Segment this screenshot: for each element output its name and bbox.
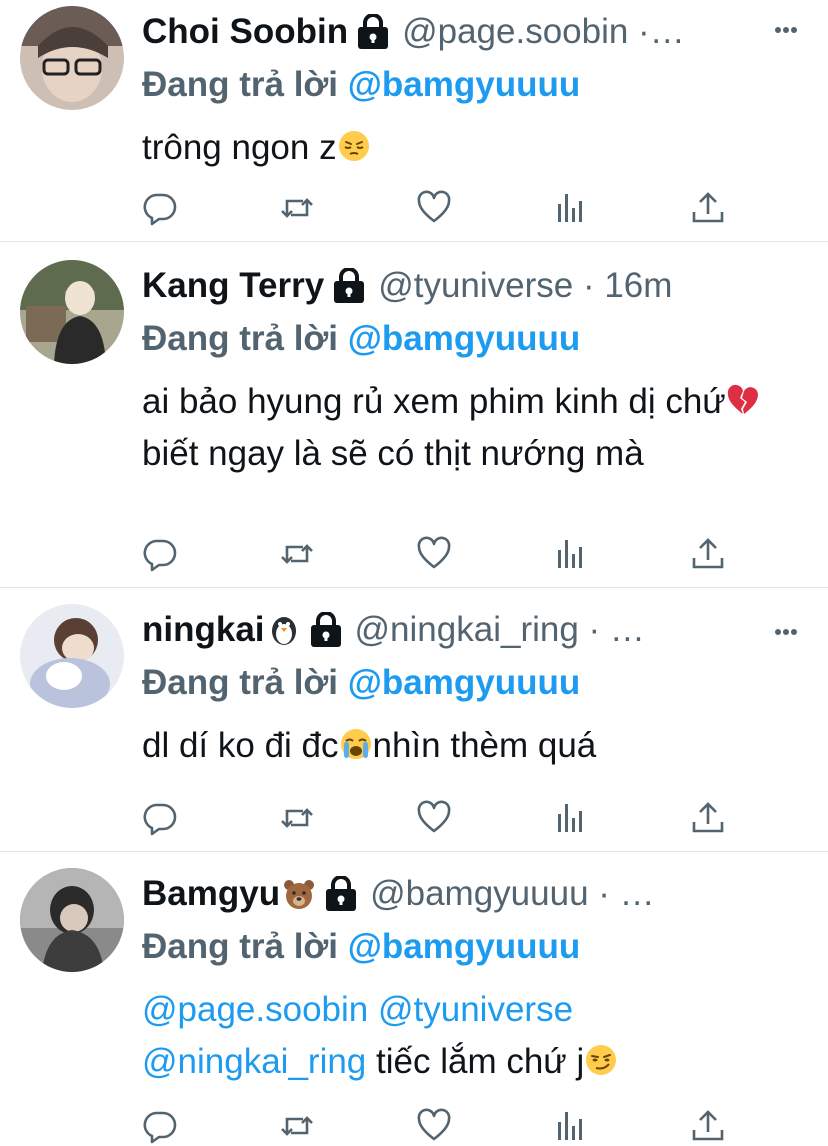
reply-icon[interactable] <box>142 536 178 572</box>
reply-icon[interactable] <box>142 190 178 226</box>
like-icon[interactable] <box>416 190 452 226</box>
display-name[interactable]: Choi Soobin <box>142 12 348 52</box>
tweet-text-part: biết ngay là sẽ có thịt nướng mà <box>142 434 644 473</box>
retweet-icon[interactable] <box>279 1108 315 1144</box>
tweet-header: Kang Terry @tyuniverse · 16m <box>142 260 812 312</box>
replying-label: Đang trả lời <box>142 319 339 358</box>
avatar[interactable] <box>20 6 124 110</box>
tweet-text: trông ngon z <box>142 122 812 174</box>
avatar[interactable] <box>20 260 124 364</box>
display-name[interactable]: ningkai <box>142 610 265 650</box>
bear-face-emoji <box>282 877 316 911</box>
tweet-text-content: trông ngon z <box>142 128 337 167</box>
replying-label: Đang trả lời <box>142 65 339 104</box>
penguin-emoji <box>267 613 301 647</box>
views-icon[interactable] <box>553 1108 589 1144</box>
views-icon[interactable] <box>553 800 589 836</box>
lock-icon <box>324 876 358 912</box>
more-icon[interactable] <box>774 26 798 34</box>
avatar[interactable] <box>20 868 124 972</box>
share-icon[interactable] <box>690 190 726 226</box>
tweet-header: Choi Soobin @page.soobin ·… <box>142 6 812 58</box>
views-icon[interactable] <box>553 190 589 226</box>
share-icon[interactable] <box>690 1108 726 1144</box>
mention-link[interactable]: @page.soobin <box>142 990 368 1029</box>
replying-to-mention[interactable]: @bamgyuuuu <box>348 663 580 702</box>
tweet-text: ai bảo hyung rủ xem phim kinh dị chứ biế… <box>142 376 792 480</box>
pensive-face-emoji <box>337 129 371 163</box>
loudly-crying-face-emoji <box>339 727 373 761</box>
retweet-icon[interactable] <box>279 536 315 572</box>
like-icon[interactable] <box>416 1108 452 1144</box>
replying-to-mention[interactable]: @bamgyuuuu <box>348 927 580 966</box>
tweet-actions <box>142 536 724 572</box>
handle-and-time[interactable]: @ningkai_ring · … <box>355 610 645 650</box>
tweet-header: ningkai @ningkai_ring · … <box>142 604 812 656</box>
reply-tweet[interactable]: Bamgyu @bamgyuuuu · … Đang trả lời @bamg… <box>0 852 828 1146</box>
views-icon[interactable] <box>553 536 589 572</box>
smirking-face-emoji <box>584 1043 618 1077</box>
share-icon[interactable] <box>690 536 726 572</box>
like-icon[interactable] <box>416 800 452 836</box>
replying-to: Đang trả lời @bamgyuuuu <box>142 58 812 112</box>
tweet-text-part: ai bảo hyung rủ xem phim kinh dị chứ <box>142 382 726 421</box>
display-name[interactable]: Bamgyu <box>142 874 280 914</box>
lock-icon <box>332 268 366 304</box>
reply-feed: Choi Soobin @page.soobin ·… Đang trả lời… <box>0 0 828 1146</box>
reply-tweet[interactable]: ningkai @ningkai_ring · … Đang trả lời @… <box>0 588 828 852</box>
tweet-actions <box>142 1108 724 1144</box>
more-icon[interactable] <box>774 628 798 636</box>
tweet-header: Bamgyu @bamgyuuuu · … <box>142 868 812 920</box>
reply-icon[interactable] <box>142 800 178 836</box>
retweet-icon[interactable] <box>279 800 315 836</box>
like-icon[interactable] <box>416 536 452 572</box>
mention-link[interactable]: @tyuniverse <box>378 990 573 1029</box>
handle-and-time[interactable]: @tyuniverse · 16m <box>378 266 672 306</box>
broken-heart-emoji <box>726 383 760 417</box>
share-icon[interactable] <box>690 800 726 836</box>
avatar[interactable] <box>20 604 124 708</box>
tweet-text-part: tiếc lắm chứ j <box>376 1042 585 1081</box>
replying-to: Đang trả lời @bamgyuuuu <box>142 312 812 366</box>
reply-tweet[interactable]: Choi Soobin @page.soobin ·… Đang trả lời… <box>0 0 828 242</box>
display-name[interactable]: Kang Terry <box>142 266 324 306</box>
replying-to-mention[interactable]: @bamgyuuuu <box>348 319 580 358</box>
mention-link[interactable]: @ningkai_ring <box>142 1042 366 1081</box>
replying-label: Đang trả lời <box>142 663 339 702</box>
lock-icon <box>309 612 343 648</box>
tweet-actions <box>142 190 724 226</box>
lock-icon <box>356 14 390 50</box>
replying-to-mention[interactable]: @bamgyuuuu <box>348 65 580 104</box>
reply-icon[interactable] <box>142 1108 178 1144</box>
replying-label: Đang trả lời <box>142 927 339 966</box>
tweet-actions <box>142 800 724 836</box>
reply-tweet[interactable]: Kang Terry @tyuniverse · 16m Đang trả lờ… <box>0 242 828 588</box>
replying-to: Đang trả lời @bamgyuuuu <box>142 920 812 974</box>
replying-to: Đang trả lời @bamgyuuuu <box>142 656 812 710</box>
tweet-text: @page.soobin @tyuniverse @ningkai_ring t… <box>142 984 702 1088</box>
tweet-text-part: dl dí ko đi đc <box>142 726 339 765</box>
retweet-icon[interactable] <box>279 190 315 226</box>
handle-and-time[interactable]: @page.soobin ·… <box>402 12 685 52</box>
tweet-text-part: nhìn thèm quá <box>372 726 597 765</box>
tweet-text: dl dí ko đi đc nhìn thèm quá <box>142 720 812 772</box>
handle-and-time[interactable]: @bamgyuuuu · … <box>370 874 655 914</box>
